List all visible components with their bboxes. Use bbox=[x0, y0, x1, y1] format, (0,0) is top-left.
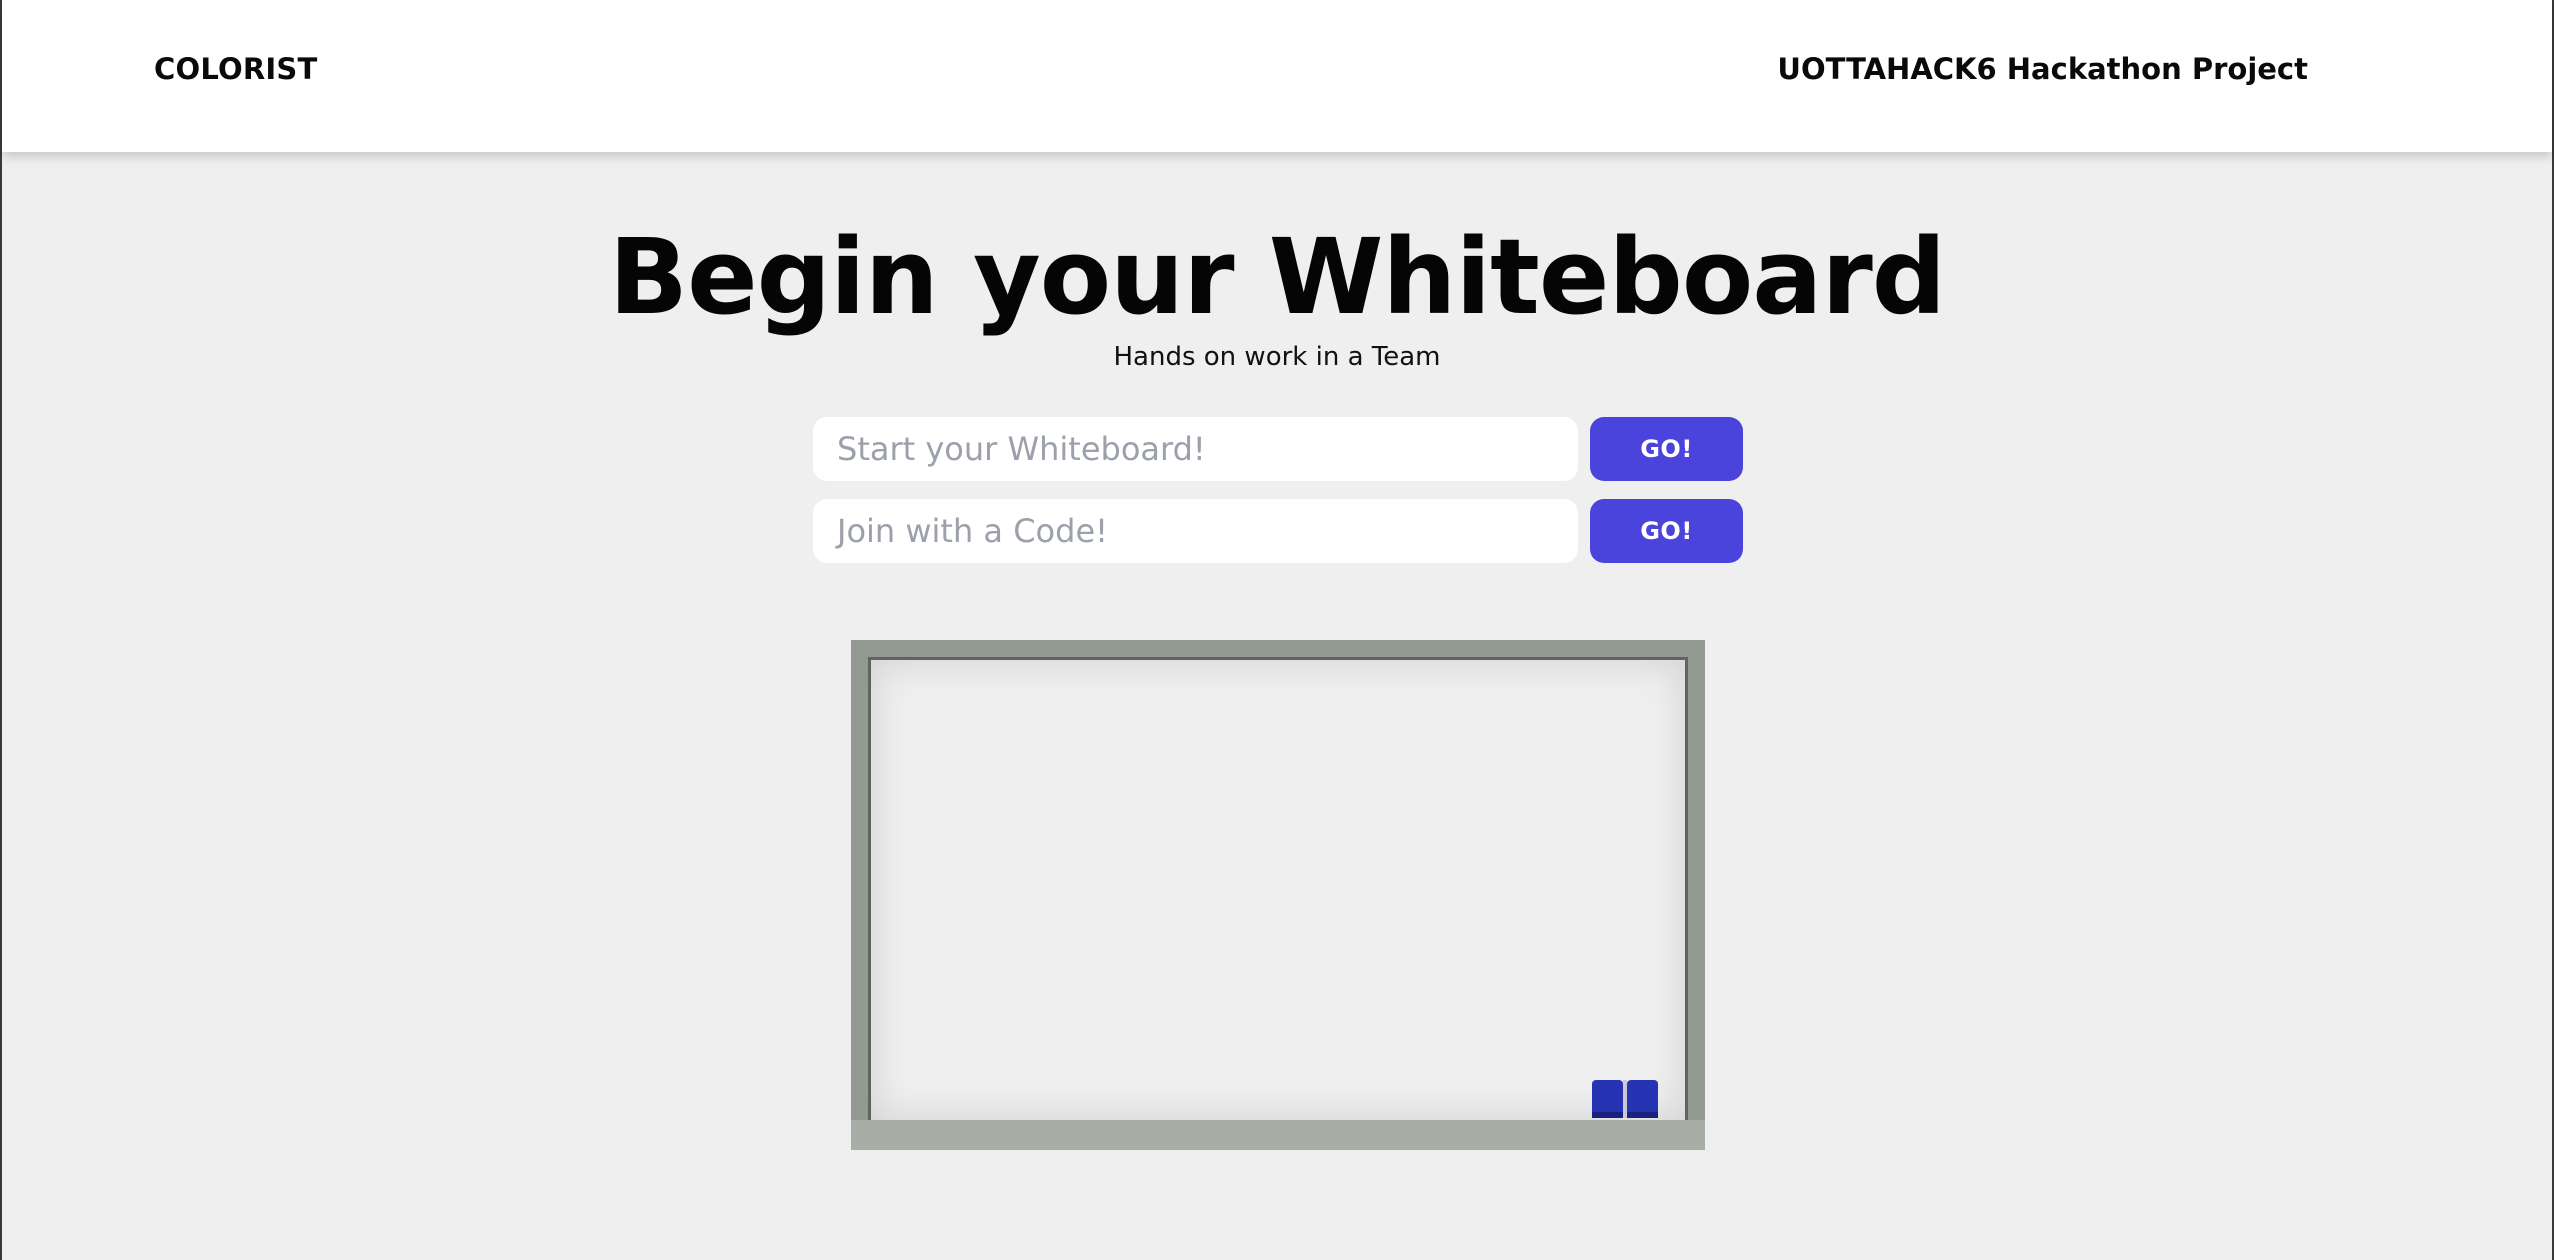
eraser-icon bbox=[1627, 1080, 1658, 1118]
start-go-button[interactable]: GO! bbox=[1590, 417, 1743, 481]
project-title: UOTTAHACK6 Hackathon Project bbox=[1777, 52, 2308, 86]
whiteboard-illustration bbox=[851, 640, 1705, 1150]
start-whiteboard-input[interactable]: Start your Whiteboard! bbox=[813, 417, 1578, 481]
start-whiteboard-placeholder: Start your Whiteboard! bbox=[837, 430, 1206, 468]
whiteboard-surface bbox=[868, 657, 1688, 1120]
page-subtitle: Hands on work in a Team bbox=[1113, 342, 1441, 372]
whiteboard-tray bbox=[851, 1120, 1705, 1150]
eraser-icon bbox=[1592, 1080, 1623, 1118]
join-go-button[interactable]: GO! bbox=[1590, 499, 1743, 563]
brand-logo[interactable]: COLORIST bbox=[154, 52, 317, 86]
page-title: Begin your Whiteboard bbox=[608, 216, 1946, 338]
top-navbar: COLORIST UOTTAHACK6 Hackathon Project bbox=[2, 0, 2552, 152]
join-code-placeholder: Join with a Code! bbox=[837, 512, 1108, 550]
join-code-input[interactable]: Join with a Code! bbox=[813, 499, 1578, 563]
